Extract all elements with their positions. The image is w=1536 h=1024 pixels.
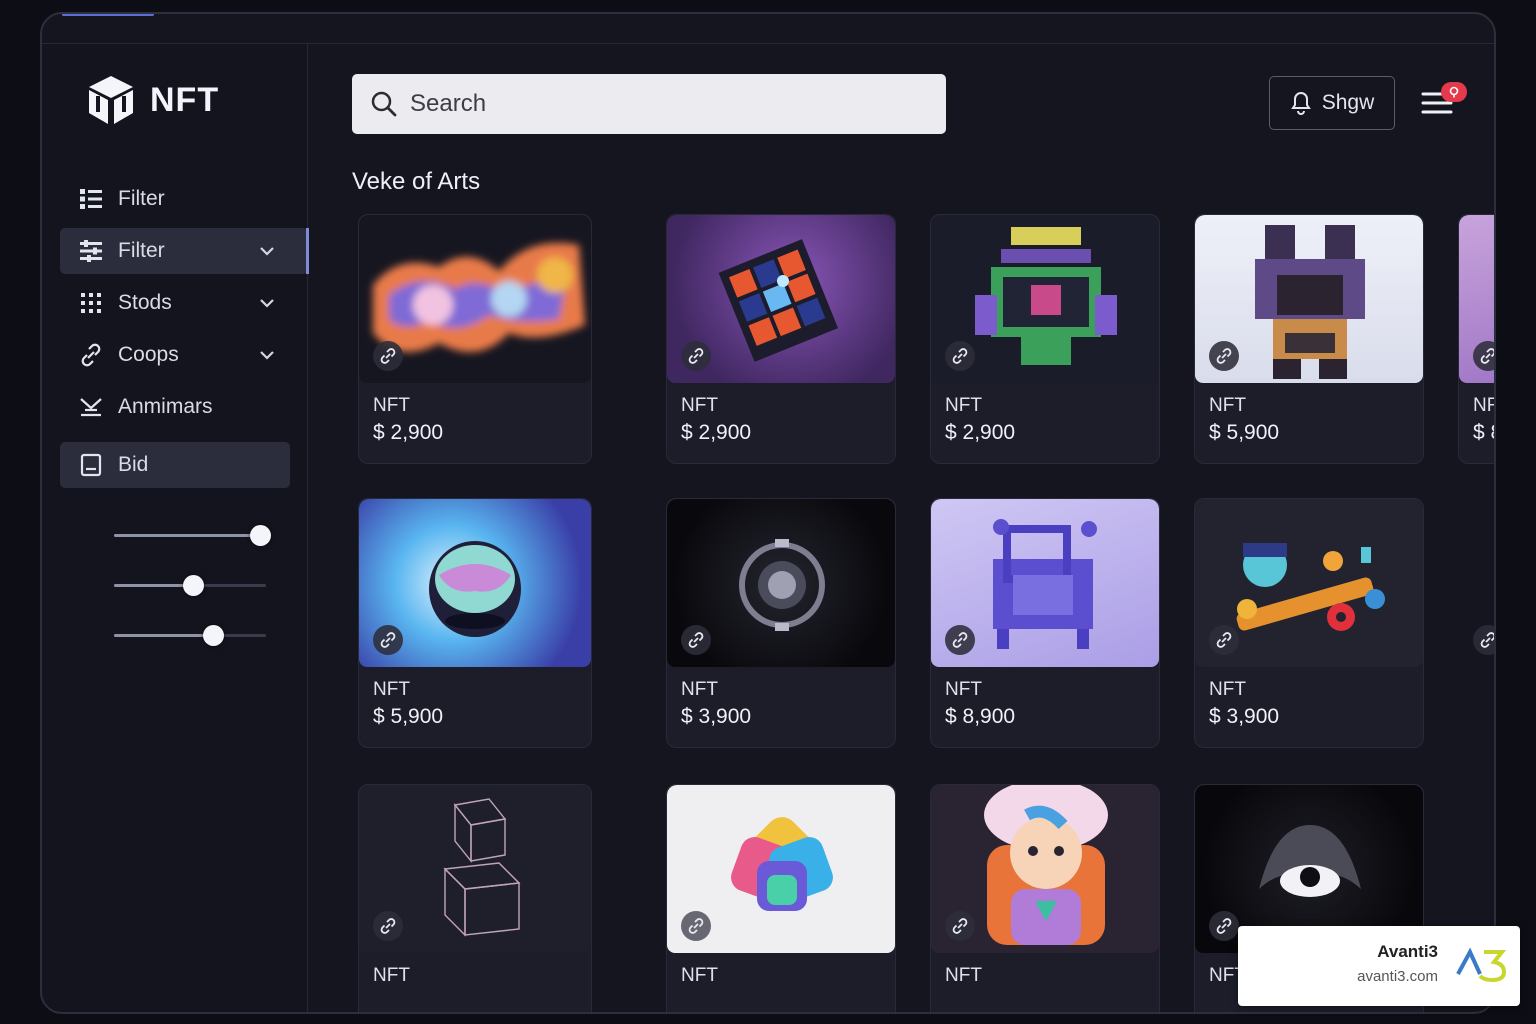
sidebar-nav: Filter Filter Stods Coops Anmimars Bid <box>60 176 309 494</box>
sidebar-item-filter-options[interactable]: Filter <box>60 228 309 274</box>
slider-thumb[interactable] <box>249 525 271 546</box>
sidebar-item-label: Coops <box>118 343 179 366</box>
chevron-down-icon[interactable] <box>256 292 278 314</box>
list-icon <box>78 186 104 212</box>
alert-icon <box>1449 86 1459 98</box>
sidebar-item-label: Filter <box>118 187 165 210</box>
link-icon[interactable] <box>681 341 711 371</box>
link-icon[interactable] <box>1209 625 1239 655</box>
tablet-icon <box>78 452 104 478</box>
nft-card[interactable] <box>1458 498 1494 748</box>
nft-label: NFT <box>373 395 410 416</box>
link-icon[interactable] <box>373 911 403 941</box>
nft-label: NFT <box>373 965 410 986</box>
bell-icon <box>1290 91 1311 115</box>
nft-card[interactable]: NFT $ 8,900 <box>930 498 1160 748</box>
link-icon[interactable] <box>1209 911 1239 941</box>
sidebar-item-bid[interactable]: Bid <box>60 442 290 488</box>
nft-label: NFT <box>1209 395 1246 416</box>
notification-badge <box>1441 82 1467 102</box>
nft-price: $ 5,900 <box>1209 421 1280 444</box>
sidebar-item-filter[interactable]: Filter <box>60 176 308 222</box>
nft-price: $ 2,900 <box>681 421 752 444</box>
nft-grid: NFT $ 2,900 NFT $ 2,900 NFT $ 2,900 NFT … <box>358 214 1494 1012</box>
link-icon <box>78 342 104 368</box>
nft-card[interactable]: NFT $ 5,900 <box>1194 214 1424 464</box>
chevron-down-icon[interactable] <box>256 344 278 366</box>
nft-card[interactable]: NFT $ 2,900 <box>358 214 592 464</box>
nft-label: NFT <box>373 679 410 700</box>
sidebar-item-coops[interactable]: Coops <box>60 332 308 378</box>
logo-text: NFT <box>150 80 220 119</box>
title-bar <box>42 14 1494 44</box>
sidebar: NFT Filter Filter Stods Coops Anmimars B… <box>42 44 309 1012</box>
link-icon[interactable] <box>681 911 711 941</box>
link-icon[interactable] <box>1209 341 1239 371</box>
cube-logo-icon <box>89 76 133 124</box>
sidebar-item-label: Bid <box>118 453 149 476</box>
show-button[interactable]: Shgw <box>1269 76 1395 130</box>
nft-card[interactable]: NFT $ 8,90 <box>1458 214 1494 464</box>
range-slider[interactable] <box>114 612 266 662</box>
range-slider[interactable] <box>114 562 266 612</box>
nft-card[interactable]: NFT $ 3,900 <box>1194 498 1424 748</box>
sidebar-item-stods[interactable]: Stods <box>60 280 308 326</box>
link-icon[interactable] <box>1473 341 1494 371</box>
nft-label: NFT <box>681 679 718 700</box>
brand-logo-icon <box>1456 947 1507 983</box>
sliders-icon <box>78 238 104 264</box>
sidebar-item-label: Anmimars <box>118 395 213 418</box>
watermark: Avanti3 avanti3.com <box>1238 926 1520 1006</box>
sidebar-item-label: Stods <box>118 291 172 314</box>
link-icon[interactable] <box>1473 625 1494 655</box>
sidebar-item-label: Filter <box>118 239 165 262</box>
grid-dots-icon <box>78 290 104 316</box>
nft-label: NFT <box>681 395 718 416</box>
nft-price: $ 8,900 <box>945 705 1016 728</box>
watermark-name: Avanti3 <box>1377 942 1438 961</box>
nft-price: $ 2,900 <box>945 421 1016 444</box>
nft-label: NFT <box>945 679 982 700</box>
nft-card[interactable]: NFT $ 2,900 <box>930 214 1160 464</box>
slider-thumb[interactable] <box>183 575 205 596</box>
link-icon[interactable] <box>373 341 403 371</box>
link-icon[interactable] <box>945 341 975 371</box>
search-input[interactable] <box>410 90 890 118</box>
app-window: NFT Filter Filter Stods Coops Anmimars B… <box>40 12 1496 1014</box>
watermark-url: avanti3.com <box>1357 968 1438 985</box>
nft-label: NFT <box>681 965 718 986</box>
nft-card[interactable]: NFT <box>358 784 592 1012</box>
link-icon[interactable] <box>945 911 975 941</box>
logo[interactable]: NFT <box>86 74 219 126</box>
nft-label: NFT <box>945 395 982 416</box>
nft-label: NFT <box>945 965 982 986</box>
tray-icon <box>78 394 104 420</box>
nft-card[interactable]: NFT $ 3,900 <box>666 498 896 748</box>
nft-price: $ 8,90 <box>1473 421 1494 444</box>
sidebar-item-anmimars[interactable]: Anmimars <box>60 384 308 430</box>
nft-label: NFT <box>1209 679 1246 700</box>
section-title: Veke of Arts <box>352 168 481 195</box>
nft-label: NFT <box>1473 395 1494 416</box>
nft-card[interactable]: NFT $ 5,900 <box>358 498 592 748</box>
nft-card[interactable]: NFT <box>930 784 1160 1012</box>
nft-price: $ 5,900 <box>373 705 444 728</box>
link-icon[interactable] <box>373 625 403 655</box>
nft-price: $ 3,900 <box>681 705 752 728</box>
nft-card[interactable]: NFT $ 2,900 <box>666 214 896 464</box>
nft-price: $ 3,900 <box>1209 705 1280 728</box>
link-icon[interactable] <box>681 625 711 655</box>
slider-thumb[interactable] <box>202 625 224 646</box>
bid-sliders <box>114 512 271 662</box>
search-bar[interactable] <box>352 74 946 134</box>
link-icon[interactable] <box>945 625 975 655</box>
chevron-down-icon[interactable] <box>256 240 278 262</box>
tab-indicator <box>62 14 154 16</box>
range-slider[interactable] <box>114 512 271 562</box>
nft-card[interactable]: NFT <box>666 784 896 1012</box>
show-button-label: Shgw <box>1321 91 1375 114</box>
nft-price: $ 2,900 <box>373 421 444 444</box>
search-icon <box>371 91 397 117</box>
